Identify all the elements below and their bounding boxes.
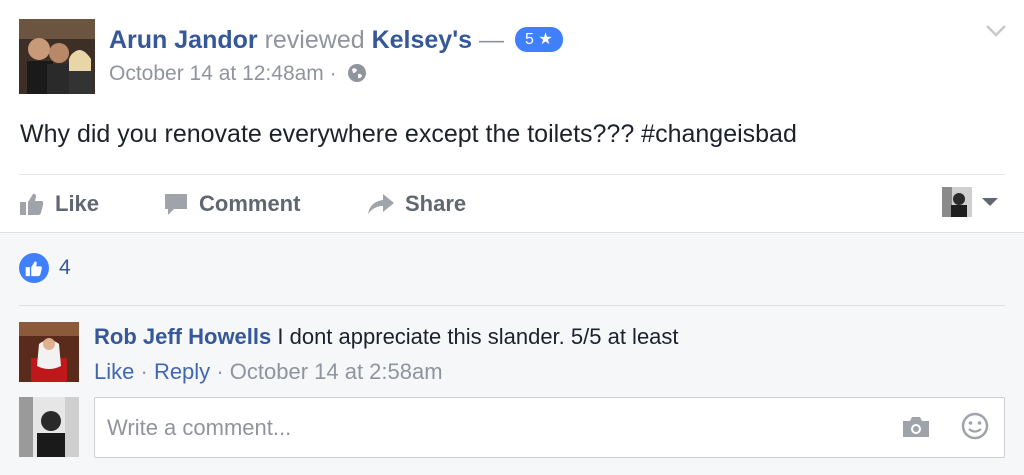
comment-as-selector[interactable] xyxy=(942,187,1000,217)
like-button[interactable]: Like xyxy=(19,188,99,220)
globe-icon[interactable] xyxy=(347,63,367,89)
comment-label: Comment xyxy=(199,191,301,216)
comment: Rob Jeff Howells I dont appreciate this … xyxy=(94,324,679,350)
star-icon: ★ xyxy=(538,31,553,48)
share-button[interactable]: Share xyxy=(367,188,466,220)
reaction-count: 4 xyxy=(59,256,71,279)
like-label: Like xyxy=(55,191,100,216)
comment-input-placeholder: Write a comment... xyxy=(107,415,292,440)
comment-like-link[interactable]: Like xyxy=(94,359,134,384)
rating-badge[interactable]: 5 ★ xyxy=(514,27,563,52)
thumbs-up-icon xyxy=(19,253,49,283)
commenter-avatar[interactable] xyxy=(19,322,79,382)
share-arrow-icon xyxy=(368,194,394,214)
post-timestamp-link[interactable]: October 14 at 12:48am xyxy=(109,62,324,85)
divider xyxy=(19,174,1005,175)
thumbs-up-icon xyxy=(20,193,44,215)
comment-reply-link[interactable]: Reply xyxy=(154,359,210,384)
reactions-summary[interactable]: 4 xyxy=(19,253,71,283)
post-meta: October 14 at 12:48am · xyxy=(109,62,367,89)
divider xyxy=(19,305,1005,306)
post-header-line: Arun Jandor reviewed Kelsey's — 5 ★ xyxy=(109,26,563,55)
smiley-icon[interactable] xyxy=(960,411,990,446)
comment-text: I dont appreciate this slander. 5/5 at l… xyxy=(277,324,679,349)
viewer-avatar xyxy=(942,187,972,217)
comment-timestamp-link[interactable]: October 14 at 2:58am xyxy=(230,359,443,384)
chevron-down-icon[interactable] xyxy=(985,24,1007,43)
comment-button[interactable]: Comment xyxy=(163,188,300,220)
meta-separator: · xyxy=(216,359,224,384)
caret-down-icon xyxy=(982,198,998,206)
comment-actions: Like · Reply · October 14 at 2:58am xyxy=(94,359,443,385)
comment-input[interactable]: Write a comment... xyxy=(94,397,1005,458)
share-label: Share xyxy=(405,191,467,216)
place-link[interactable]: Kelsey's xyxy=(372,26,472,54)
rating-value: 5 xyxy=(524,31,534,48)
meta-separator: · xyxy=(329,62,337,85)
post-body-text: Why did you renovate everywhere except t… xyxy=(20,120,797,148)
action-text: reviewed xyxy=(264,26,365,54)
post-header-area: Arun Jandor reviewed Kelsey's — 5 ★ Octo… xyxy=(0,0,1024,232)
author-avatar[interactable] xyxy=(19,19,95,94)
speech-bubble-icon xyxy=(165,194,187,215)
comment-author-link[interactable]: Rob Jeff Howells xyxy=(94,324,271,349)
header-separator: — xyxy=(479,26,505,54)
camera-icon[interactable] xyxy=(901,415,931,444)
author-name-link[interactable]: Arun Jandor xyxy=(109,26,258,54)
meta-separator: · xyxy=(140,359,148,384)
viewer-avatar xyxy=(19,397,79,457)
